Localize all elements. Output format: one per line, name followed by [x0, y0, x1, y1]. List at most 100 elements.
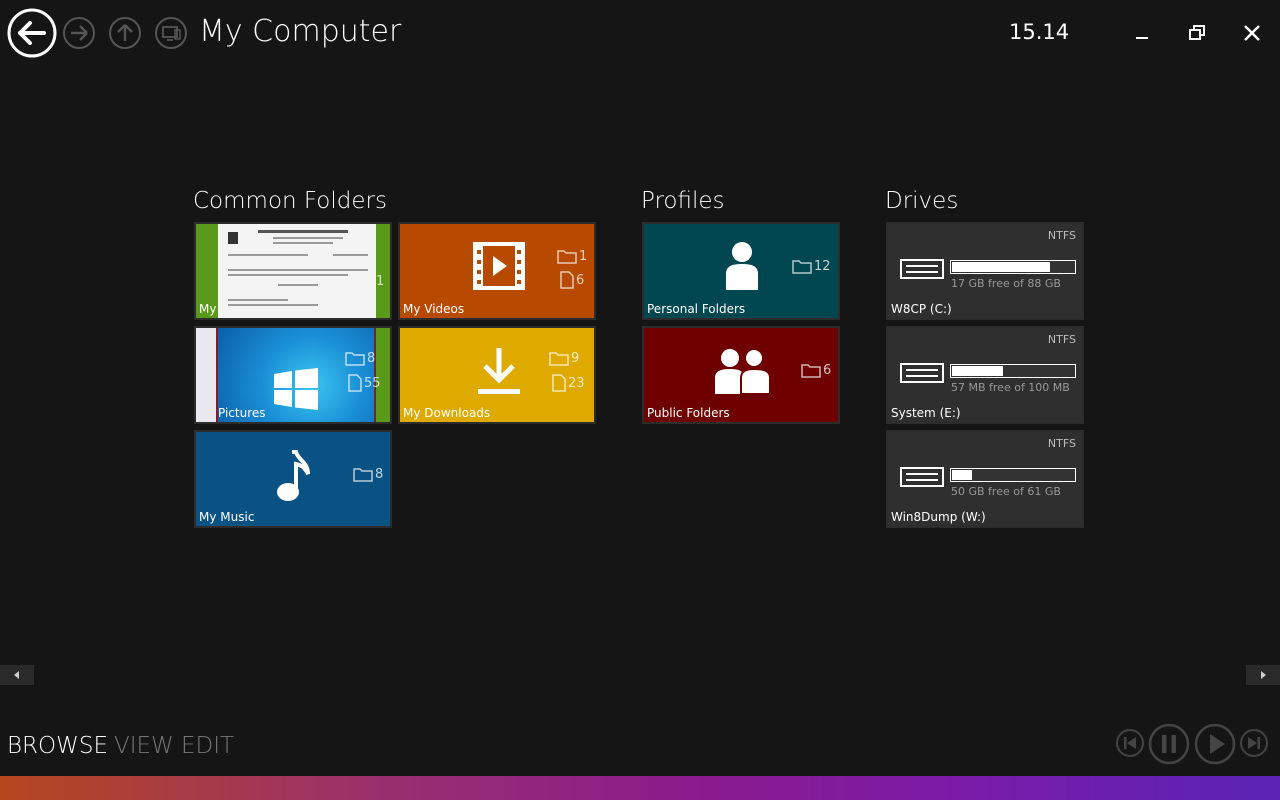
skip-next-icon: [1240, 729, 1268, 757]
folder-count-value: 12: [814, 258, 831, 274]
next-button[interactable]: [1239, 728, 1269, 758]
hard-drive-icon: [900, 259, 944, 279]
tile-label: My Videos: [403, 302, 465, 316]
pause-icon: [1148, 723, 1190, 765]
file-icon: [560, 271, 574, 289]
file-count: 23: [552, 374, 585, 392]
pause-button[interactable]: [1148, 723, 1190, 765]
close-icon: [1244, 25, 1260, 41]
tile-drive-w[interactable]: NTFS 50 GB free of 61 GB Win8Dump (W:): [886, 430, 1084, 528]
download-icon: [478, 348, 520, 394]
folder-count-value: 8: [367, 350, 376, 366]
filesystem-label: NTFS: [1047, 437, 1076, 450]
tile-my-documents[interactable]: 1 My: [194, 222, 392, 320]
tile-label: Personal Folders: [647, 302, 746, 316]
caret-right-icon: [1261, 671, 1266, 679]
back-arrow-icon: [7, 8, 57, 58]
forward-button[interactable]: [62, 16, 96, 50]
minimize-icon: [1136, 37, 1148, 39]
clock: 15.14: [1009, 20, 1070, 44]
folder-count: 9: [549, 350, 579, 366]
tile-drive-e[interactable]: NTFS 57 MB free of 100 MB System (E:): [886, 326, 1084, 424]
folder-count: 8: [353, 466, 383, 482]
forward-arrow-icon: [63, 17, 95, 49]
screenshot-strip: [196, 328, 218, 422]
folder-icon: [353, 468, 373, 482]
folder-icon: [549, 352, 569, 366]
file-count-value: 1: [376, 274, 385, 289]
play-button[interactable]: [1194, 723, 1236, 765]
folder-icon: [557, 250, 577, 264]
folder-icon: [345, 352, 365, 366]
page-title: My Computer: [199, 14, 402, 49]
folder-count-value: 1: [579, 248, 588, 264]
mode-browse[interactable]: BROWSE: [7, 733, 108, 759]
section-title-common-folders: Common Folders: [193, 188, 387, 214]
section-title-profiles: Profiles: [641, 188, 725, 214]
close-button[interactable]: [1237, 18, 1267, 48]
free-space-label: 50 GB free of 61 GB: [951, 485, 1061, 498]
tile-label: My Downloads: [403, 406, 491, 420]
tile-public-folders[interactable]: 6 Public Folders: [642, 326, 840, 424]
tile-label: Win8Dump (W:): [891, 510, 986, 524]
tile-label: Pictures: [218, 406, 266, 420]
mode-view[interactable]: VIEW: [114, 733, 174, 759]
file-count-value: 6: [576, 272, 585, 288]
previous-button[interactable]: [1115, 728, 1145, 758]
film-icon: [473, 242, 525, 290]
folder-count: 8: [345, 350, 375, 366]
filesystem-label: NTFS: [1047, 333, 1076, 346]
scroll-right-button[interactable]: [1246, 665, 1280, 685]
folder-count-value: 6: [823, 362, 832, 378]
scroll-left-button[interactable]: [0, 665, 34, 685]
tile-my-pictures[interactable]: 8 55 Pictures: [194, 326, 392, 424]
back-button[interactable]: [6, 7, 58, 59]
tile-label: W8CP (C:): [891, 302, 952, 316]
windows-logo-icon: [274, 368, 318, 410]
folder-count: 12: [792, 258, 831, 274]
document-thumbnail: [218, 224, 376, 318]
tile-my-downloads[interactable]: 9 23 My Downloads: [398, 326, 596, 424]
usage-bar-fill: [951, 365, 1005, 377]
folder-icon: [792, 260, 812, 274]
tile-label: My: [199, 302, 217, 316]
usage-bar: [950, 260, 1076, 274]
up-button[interactable]: [108, 16, 142, 50]
caret-left-icon: [14, 671, 19, 679]
file-count-value: 55: [364, 375, 381, 391]
section-title-drives: Drives: [885, 188, 959, 214]
up-arrow-icon: [109, 17, 141, 49]
usage-bar-fill: [951, 469, 974, 481]
mode-edit[interactable]: EDIT: [181, 733, 234, 759]
tile-my-videos[interactable]: 1 6 My Videos: [398, 222, 596, 320]
minimize-button[interactable]: [1127, 18, 1157, 48]
usage-bar: [950, 364, 1076, 378]
tile-drive-c[interactable]: NTFS 17 GB free of 88 GB W8CP (C:): [886, 222, 1084, 320]
tile-personal-folders[interactable]: 12 Personal Folders: [642, 222, 840, 320]
restore-button[interactable]: [1182, 18, 1212, 48]
restore-icon: [1189, 25, 1205, 40]
file-count: 1: [376, 274, 384, 289]
tile-my-music[interactable]: 8 My Music: [194, 430, 392, 528]
free-space-label: 57 MB free of 100 MB: [951, 381, 1070, 394]
filesystem-label: NTFS: [1047, 229, 1076, 242]
play-icon: [1194, 723, 1236, 765]
tile-label: Public Folders: [647, 406, 730, 420]
folder-count: 1: [557, 248, 587, 264]
tile-label: System (E:): [891, 406, 961, 420]
computer-button[interactable]: [154, 16, 188, 50]
computer-icon: [155, 17, 187, 49]
usage-bar-fill: [951, 261, 1052, 273]
file-icon: [552, 374, 566, 392]
folder-icon: [801, 364, 821, 378]
folder-count: 6: [801, 362, 831, 378]
file-icon: [348, 374, 362, 392]
file-count-value: 23: [568, 375, 585, 391]
people-icon: [715, 348, 771, 394]
skip-previous-icon: [1116, 729, 1144, 757]
folder-count-value: 9: [571, 350, 580, 366]
music-note-icon: [277, 450, 310, 501]
file-count: 55: [348, 374, 381, 392]
usage-bar: [950, 468, 1076, 482]
hard-drive-icon: [900, 363, 944, 383]
